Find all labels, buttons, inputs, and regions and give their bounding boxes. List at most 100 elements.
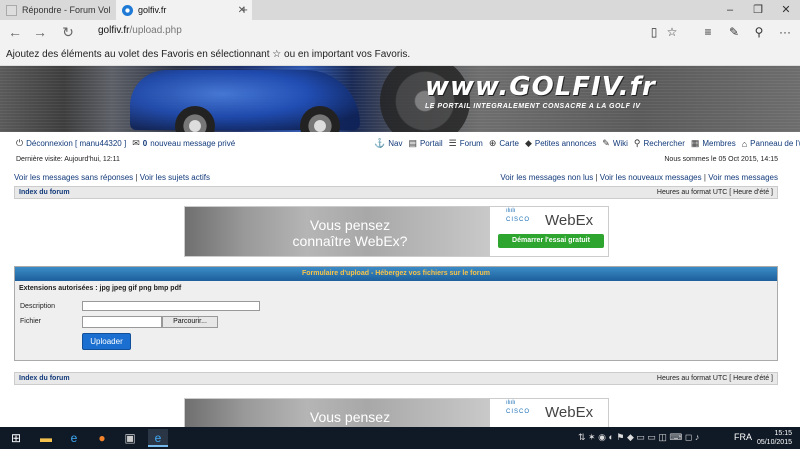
pm-link[interactable]: nouveau message privé	[150, 139, 235, 148]
new-tab-button[interactable]: +	[236, 2, 252, 18]
nav-link-nav[interactable]: Nav	[388, 139, 402, 148]
allowed-extensions: Extensions autorisées : jpg jpeg gif png…	[19, 285, 182, 292]
breadcrumb-top: Index du forum Heures au format UTC [ He…	[14, 186, 778, 199]
active-topics-link[interactable]: Voir les sujets actifs	[140, 173, 210, 182]
nav-link-panneau[interactable]: Panneau de l'utilisateur	[750, 139, 800, 148]
tab-forum-volkswagen[interactable]: Répondre - Forum Volkswag	[0, 0, 116, 20]
refresh-button[interactable]: ↻	[58, 23, 78, 41]
nav-link-membres[interactable]: Membres	[702, 139, 735, 148]
cisco-wordmark: CISCO	[506, 217, 531, 223]
tab-golfiv[interactable]: golfiv.fr ✕	[116, 0, 252, 20]
timezone-text: Heures au format UTC [ Heure d'été ]	[656, 189, 773, 196]
site-banner[interactable]: www.GOLFIV.fr LE PORTAIL INTEGRALEMENT C…	[0, 66, 800, 132]
ie-icon	[122, 4, 133, 16]
site-tagline: LE PORTAIL INTEGRALEMENT CONSACRE A LA G…	[425, 103, 641, 110]
web-note-icon[interactable]: ✎	[725, 23, 743, 41]
back-button[interactable]: ←	[5, 23, 25, 41]
forum-index-link[interactable]: Index du forum	[19, 375, 70, 382]
minimize-button[interactable]: –	[716, 0, 744, 20]
upload-button[interactable]: Uploader	[82, 333, 131, 350]
members-icon: ▦	[690, 138, 700, 148]
file-label: Fichier	[20, 318, 42, 325]
ad-headline-line1: Vous pensez	[309, 217, 391, 233]
edge-icon[interactable]: e	[148, 429, 168, 447]
ad-cta-button[interactable]: Démarrer l'essai gratuit	[498, 234, 604, 248]
power-icon: ⏻	[16, 138, 24, 148]
main-nav: ⚓ Nav ▤ Portail ☰ Forum ⊕ Carte ◆ Petites ann…	[374, 138, 800, 149]
forward-button[interactable]: →	[30, 23, 50, 41]
logout-link[interactable]: Déconnexion [ manu44320 ]	[26, 139, 126, 148]
new-posts-link[interactable]: Voir les nouveaux messages	[600, 173, 702, 182]
browse-button[interactable]: Parcourir...	[162, 316, 218, 328]
file-path-field[interactable]	[82, 316, 162, 328]
internet-explorer-icon[interactable]: e	[64, 429, 84, 447]
hub-icon[interactable]: ≡	[699, 23, 717, 41]
url-field[interactable]: golfiv.fr/upload.php	[98, 25, 182, 36]
my-posts-link[interactable]: Voir mes messages	[708, 173, 778, 182]
cisco-logo-icon: ılıılı	[506, 208, 516, 214]
nav-icon: ⚓	[374, 138, 386, 148]
more-icon[interactable]: ···	[776, 23, 794, 41]
tray-icons[interactable]: ⇅ ✶ ◉ ◐ ⚑ ◆ ▭ ▭ ◫ ⌨ ◻ ♪	[578, 432, 699, 443]
user-links: ⏻ Déconnexion [ manu44320 ] ✉ 0 nouveau …	[16, 138, 235, 149]
taskbar: ⊞ ▬ e ● ▣ e ⇅ ✶ ◉ ◐ ⚑ ◆ ▭ ▭ ◫ ⌨ ◻ ♪ FRA …	[0, 427, 800, 449]
home-icon: ⌂	[741, 138, 748, 149]
share-icon[interactable]: ⚲	[750, 23, 768, 41]
nav-link-annonces[interactable]: Petites annonces	[535, 139, 596, 148]
portal-icon: ▤	[408, 138, 417, 148]
last-visit: Dernière visite: Aujourd'hui, 12:11	[16, 156, 120, 163]
upload-form: Formulaire d'upload - Hébergez vos fichi…	[14, 266, 778, 361]
close-window-button[interactable]: ✕	[772, 0, 800, 20]
pm-count[interactable]: 0	[143, 139, 147, 148]
nav-link-rechercher[interactable]: Rechercher	[644, 139, 685, 148]
file-explorer-icon[interactable]: ▬	[36, 429, 56, 447]
map-icon: ⊕	[488, 138, 497, 148]
unread-link[interactable]: Voir les messages non lus	[500, 173, 593, 182]
address-bar: ← → ↻ golfiv.fr/upload.php ▯ ☆ ≡ ✎ ⚲ ···	[0, 20, 800, 44]
url-path: /upload.php	[129, 25, 182, 36]
webex-ad[interactable]: Vous pensez connaître WebEx? ılıılı CISC…	[184, 206, 609, 257]
search-icon: ⚲	[633, 138, 641, 148]
description-label: Description	[20, 303, 56, 310]
ad-headline-line2: connaître WebEx?	[292, 233, 408, 249]
mail-icon: ✉	[132, 138, 140, 148]
cisco-logo-icon: ılıılı	[506, 400, 516, 406]
web-page: www.GOLFIV.fr LE PORTAIL INTEGRALEMENT C…	[0, 66, 800, 427]
webex-wordmark: WebEx	[545, 404, 594, 421]
maximize-button[interactable]: ❐	[744, 0, 772, 20]
pencil-icon: ✎	[602, 138, 610, 148]
nav-link-carte[interactable]: Carte	[499, 139, 519, 148]
nav-link-wiki[interactable]: Wiki	[613, 139, 628, 148]
nav-link-portail[interactable]: Portail	[420, 139, 443, 148]
site-logo: www.GOLFIV.fr	[425, 72, 656, 102]
favorite-star-icon[interactable]: ☆	[663, 23, 681, 41]
unanswered-link[interactable]: Voir les messages sans réponses	[14, 173, 133, 182]
ad-headline: Vous pensez	[280, 409, 420, 425]
ad-headline: Vous pensez connaître WebEx?	[280, 217, 420, 249]
search-links-left: Voir les messages sans réponses | Voir l…	[14, 173, 210, 182]
timezone-text: Heures au format UTC [ Heure d'été ]	[656, 375, 773, 382]
forum-index-link[interactable]: Index du forum	[19, 189, 70, 196]
tab-label: Répondre - Forum Volkswag	[22, 5, 110, 15]
favorites-hint: Ajoutez des éléments au volet des Favori…	[0, 44, 800, 66]
language-indicator[interactable]: FRA	[734, 432, 752, 442]
reading-view-icon[interactable]: ▯	[645, 23, 663, 41]
url-host: golfiv.fr	[98, 25, 130, 36]
clock-date: 05/10/2015	[756, 439, 792, 446]
upload-form-title: Formulaire d'upload - Hébergez vos fichi…	[15, 267, 777, 281]
page-icon	[6, 4, 17, 16]
clock-time: 15:15	[774, 430, 792, 437]
ad-brand-panel: ılıılı CISCO WebEx Démarrer l'essai grat…	[490, 207, 608, 256]
webex-ad-bottom[interactable]: Vous pensez ılıılı CISCO WebEx	[184, 398, 609, 427]
tag-icon: ◆	[524, 138, 532, 148]
ad-headline-line1: Vous pensez	[309, 409, 391, 425]
breadcrumb-bottom: Index du forum Heures au format UTC [ He…	[14, 372, 778, 385]
start-button[interactable]: ⊞	[6, 429, 26, 447]
description-input[interactable]	[82, 301, 260, 311]
ad-brand-panel: ılıılı CISCO WebEx	[490, 399, 608, 427]
search-links-right: Voir les messages non lus | Voir les nou…	[500, 173, 778, 182]
nav-link-forum[interactable]: Forum	[460, 139, 483, 148]
game-app-icon[interactable]: ▣	[120, 429, 140, 447]
firefox-icon[interactable]: ●	[92, 429, 112, 447]
clock[interactable]: 15:15 05/10/2015	[757, 429, 792, 447]
